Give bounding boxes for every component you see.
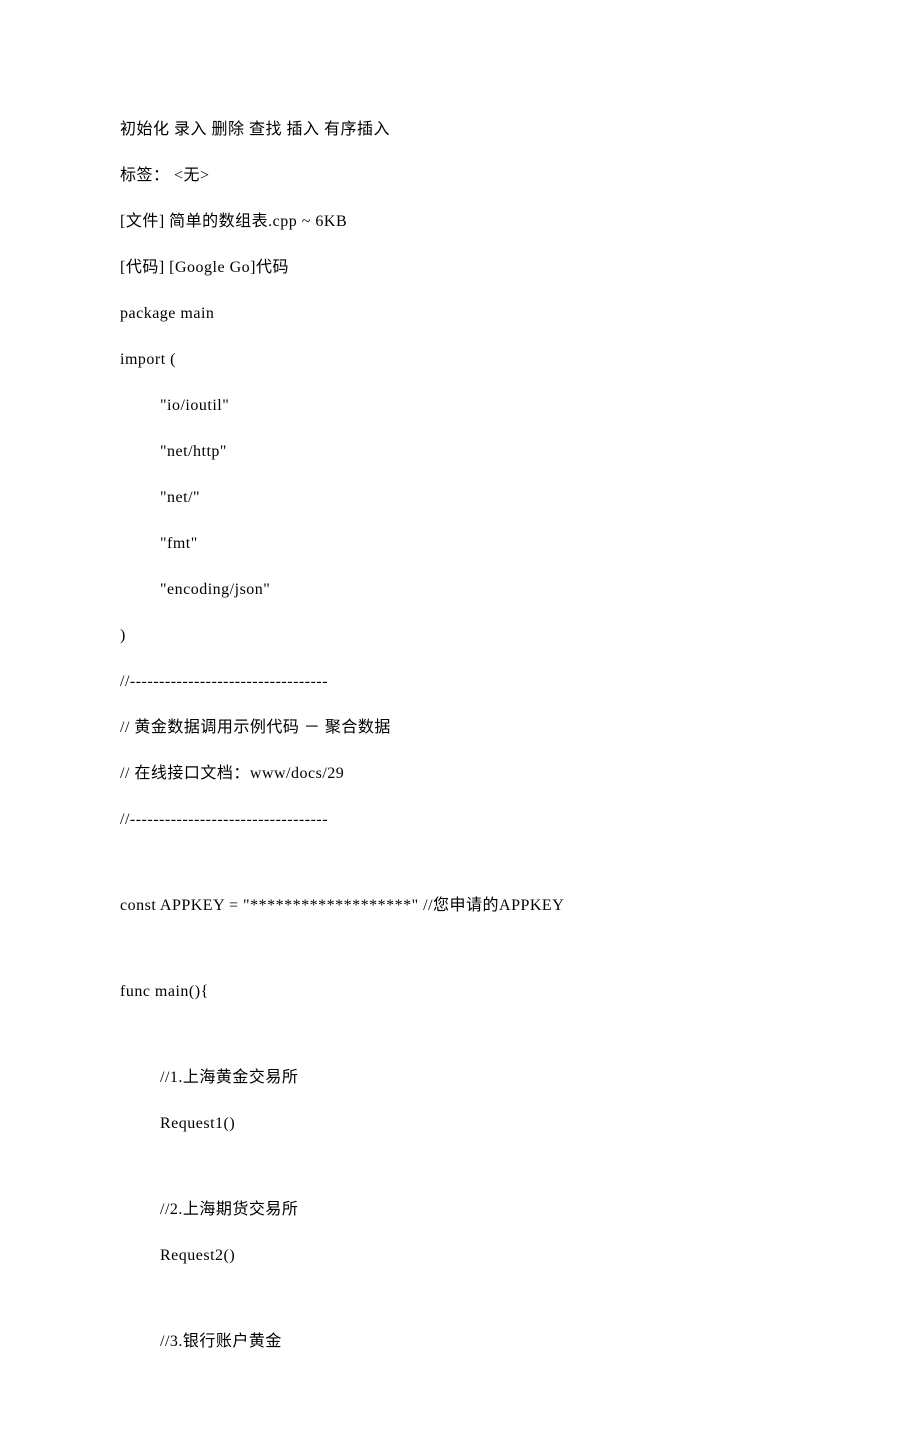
- code-comment: //1.上海黄金交易所: [120, 1066, 800, 1090]
- code-comment: //3.银行账户黄金: [120, 1330, 800, 1354]
- code-comment: // 黄金数据调用示例代码 － 聚合数据: [120, 716, 800, 740]
- code-line: package main: [120, 302, 800, 326]
- code-line: import (: [120, 348, 800, 372]
- code-line: ): [120, 624, 800, 648]
- code-comment: //2.上海期货交易所: [120, 1198, 800, 1222]
- blank-line: [120, 854, 800, 872]
- code-comment: //----------------------------------: [120, 670, 800, 694]
- code-line: "io/ioutil": [120, 394, 800, 418]
- label-tags: 标签： <无>: [120, 164, 800, 188]
- code-line: func main(){: [120, 980, 800, 1004]
- label-code: [代码] [Google Go]代码: [120, 256, 800, 280]
- document-page: 初始化 录入 删除 查找 插入 有序插入 标签： <无> [文件] 简单的数组表…: [0, 0, 920, 1436]
- code-line: "net/": [120, 486, 800, 510]
- blank-line: [120, 940, 800, 958]
- blank-line: [120, 1026, 800, 1044]
- code-line: Request2(): [120, 1244, 800, 1268]
- code-line: "fmt": [120, 532, 800, 556]
- blank-line: [120, 1158, 800, 1176]
- code-comment: //----------------------------------: [120, 808, 800, 832]
- code-line: const APPKEY = "*******************" //您…: [120, 894, 800, 918]
- code-comment: // 在线接口文档：www/docs/29: [120, 762, 800, 786]
- blank-line: [120, 1290, 800, 1308]
- heading-operations: 初始化 录入 删除 查找 插入 有序插入: [120, 118, 800, 142]
- code-line: Request1(): [120, 1112, 800, 1136]
- code-line: "encoding/json": [120, 578, 800, 602]
- code-line: "net/http": [120, 440, 800, 464]
- label-file: [文件] 简单的数组表.cpp ~ 6KB: [120, 210, 800, 234]
